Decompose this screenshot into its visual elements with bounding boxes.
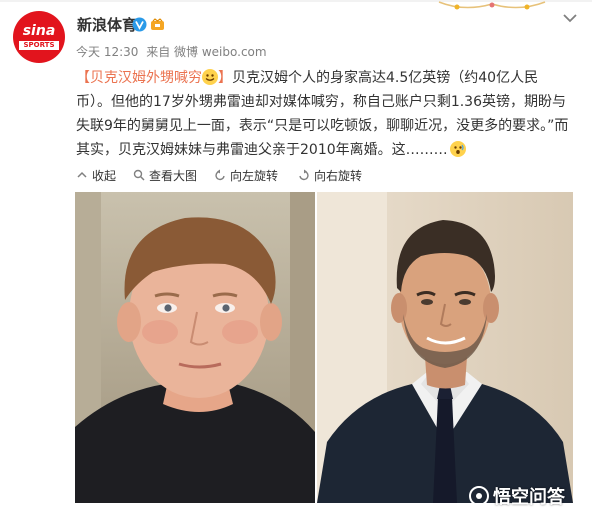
account-name[interactable]: 新浪体育 xyxy=(77,14,137,35)
view-large-button[interactable]: 查看大图 xyxy=(133,167,197,183)
rotate-right-label: 向右旋转 xyxy=(314,168,363,183)
collapse-up-icon xyxy=(77,171,87,178)
post-time[interactable]: 今天 12:30 xyxy=(76,45,138,59)
post-content: 【贝克汉姆外甥喊穷 】贝克汉姆个人的身家高达4.5亿英镑（约40亿人民 币）。但他… xyxy=(76,66,580,162)
rotate-right-button[interactable]: 向右旋转 xyxy=(298,167,362,183)
collapse-label: 收起 xyxy=(92,168,117,183)
wukong-logo-icon xyxy=(469,486,489,506)
verified-v-icon[interactable] xyxy=(132,17,147,32)
post-line-3: 失联9年的舅舅见上一面，表示“只是可以吃顿饭，聊聊近况，没更多的要求。”而 xyxy=(76,118,569,134)
post-line-4: 其实，贝克汉姆妹妹与弗雷迪父亲于2010年离婚。这……… xyxy=(76,142,448,158)
post-meta: 今天 12:30 来自 微博 weibo.com xyxy=(76,43,271,60)
rotate-left-label: 向左旋转 xyxy=(230,168,279,183)
surprised-face-emoji-icon xyxy=(449,141,466,157)
photo-beckham[interactable] xyxy=(317,192,573,503)
avatar-logo-sub: SPORTS xyxy=(19,41,59,50)
vip-badge-icon[interactable] xyxy=(150,18,165,31)
decoration-garland xyxy=(438,1,546,10)
watermark-text: 悟空问答 xyxy=(493,487,565,508)
grin-face-emoji-icon xyxy=(202,69,218,85)
rotate-left-icon xyxy=(215,169,225,181)
avatar-logo-text: sina xyxy=(22,23,56,39)
topic-tag[interactable]: 【贝克汉姆外甥喊穷 xyxy=(76,70,202,86)
rotate-left-button[interactable]: 向左旋转 xyxy=(214,167,278,183)
post-line-2: 币）。但他的17岁外甥弗雷迪却对媒体喊穷，称自己账户只剩1.36英镑，期盼与 xyxy=(76,94,566,110)
magnify-icon xyxy=(133,169,145,181)
watermark: 悟空问答 xyxy=(468,483,565,509)
post-source[interactable]: 来自 微博 weibo.com xyxy=(146,45,266,59)
photo-nephew[interactable] xyxy=(75,192,315,503)
collapse-button[interactable]: 收起 xyxy=(76,167,116,183)
rotate-right-icon xyxy=(299,169,309,181)
chevron-down-icon[interactable] xyxy=(561,12,579,24)
view-large-label: 查看大图 xyxy=(149,168,198,183)
avatar[interactable]: sina SPORTS xyxy=(13,11,65,63)
topic-tag-end[interactable]: 】 xyxy=(218,70,232,86)
post-line-1: 贝克汉姆个人的身家高达4.5亿英镑（约40亿人民 xyxy=(232,70,539,86)
